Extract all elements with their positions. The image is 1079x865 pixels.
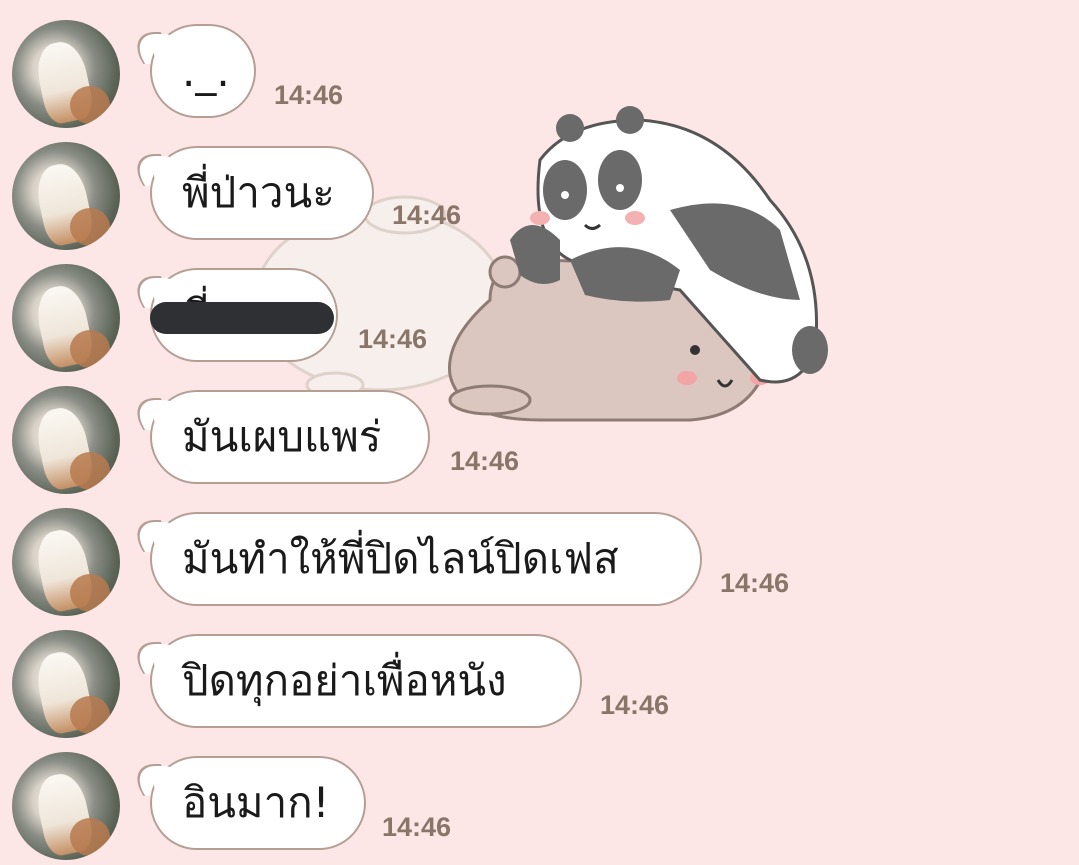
avatar[interactable] [12, 264, 120, 372]
message-row: อินมาก! 14:46 [0, 732, 1079, 860]
message-text: ._. [182, 46, 230, 96]
message-text: อินมาก! [182, 778, 330, 827]
message-row: พี่ป่าวนะ 14:46 [0, 122, 1079, 250]
avatar[interactable] [12, 386, 120, 494]
message-time: 14:46 [450, 446, 520, 476]
message-text: มันทำให้พี่ปิดไลน์ปิดเฟส [182, 534, 619, 583]
message-text: ปิดทุกอย่าเพื่อหนัง [182, 656, 507, 705]
message-row: ปิดทุกอย่าเพื่อหนัง 14:46 [0, 610, 1079, 738]
avatar[interactable] [12, 630, 120, 738]
message-time: 14:46 [382, 812, 452, 842]
message-row: มันทำให้พี่ปิดไลน์ปิดเฟส 14:46 [0, 488, 1079, 616]
message-bubble[interactable]: ._. [150, 24, 256, 118]
message-text: พี่ป่าวนะ [182, 168, 335, 217]
message-time: 14:46 [720, 568, 790, 598]
message-bubble[interactable]: อินมาก! [150, 756, 366, 850]
message-bubble[interactable]: พี่ป่าวนะ [150, 146, 374, 240]
avatar[interactable] [12, 20, 120, 128]
message-time: 14:46 [358, 324, 428, 354]
avatar[interactable] [12, 508, 120, 616]
message-row: มันเผบแพร่ 14:46 [0, 366, 1079, 494]
message-time: 14:46 [392, 200, 462, 230]
avatar[interactable] [12, 752, 120, 860]
avatar[interactable] [12, 142, 120, 250]
message-row: ._. 14:46 [0, 0, 1079, 128]
message-bubble[interactable]: ปิดทุกอย่าเพื่อหนัง [150, 634, 582, 728]
message-bubble[interactable]: มันเผบแพร่ [150, 390, 430, 484]
message-bubble[interactable]: มันทำให้พี่ปิดไลน์ปิดเฟส [150, 512, 702, 606]
redaction-bar [150, 302, 334, 334]
message-time: 14:46 [600, 690, 670, 720]
message-time: 14:46 [274, 80, 344, 110]
message-text: มันเผบแพร่ [182, 412, 382, 461]
